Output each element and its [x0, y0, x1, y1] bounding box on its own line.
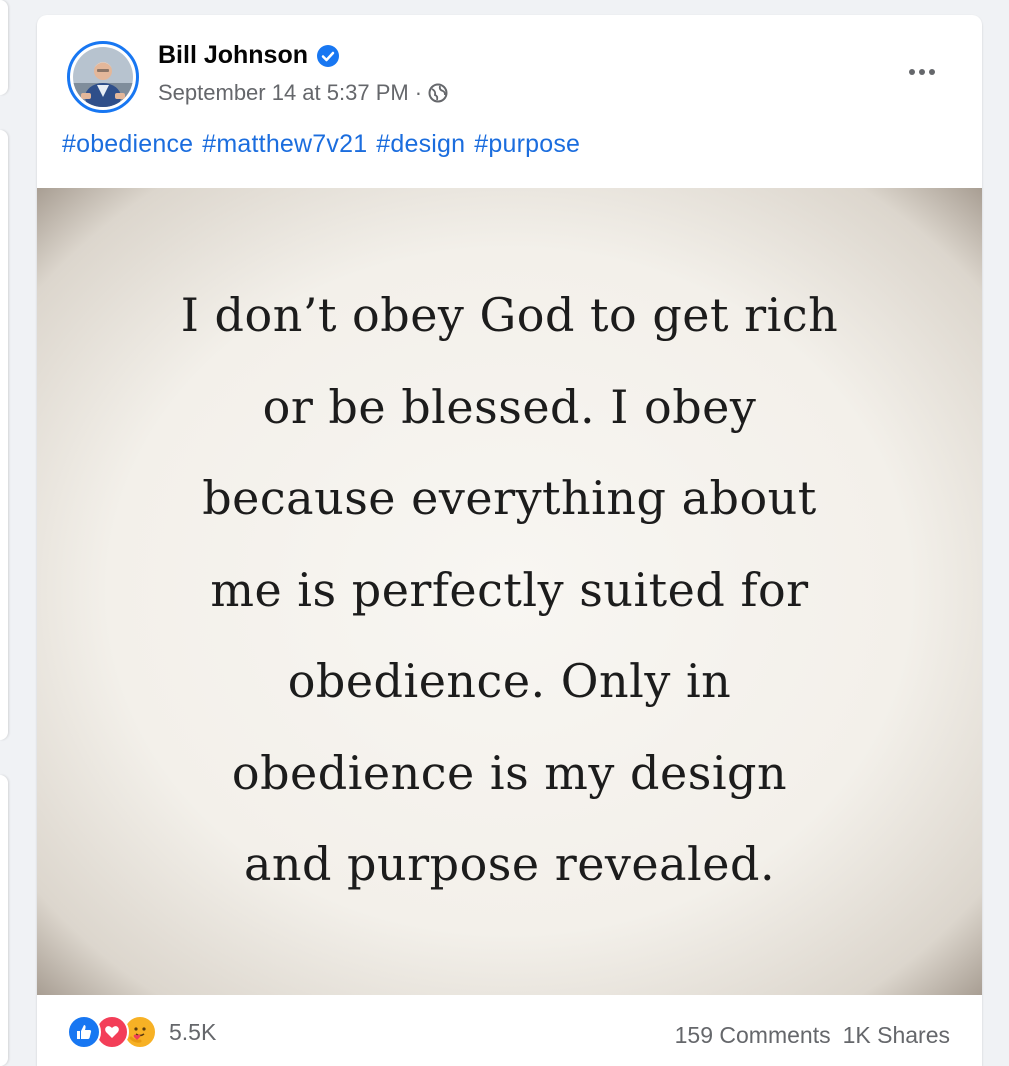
like-icon — [67, 1015, 101, 1049]
hashtag-link[interactable]: #design — [376, 130, 465, 159]
reaction-count[interactable]: 5.5K — [169, 1019, 216, 1046]
quote-line: obedience is my design — [231, 745, 788, 800]
comments-link[interactable]: 159 Comments — [675, 1022, 831, 1049]
post-stats: 159 Comments 1K Shares — [675, 1022, 950, 1049]
post-hashtags: #obedience #matthew7v21 #design #purpose — [62, 130, 580, 159]
hashtag-link[interactable]: #matthew7v21 — [202, 130, 367, 159]
author-avatar[interactable] — [67, 41, 139, 113]
adjacent-card-edge — [0, 0, 8, 95]
author-name[interactable]: Bill Johnson — [158, 41, 308, 70]
post-timestamp[interactable]: September 14 at 5:37 PM — [158, 80, 409, 106]
globe-icon[interactable] — [428, 83, 448, 103]
post-meta: September 14 at 5:37 PM · — [158, 80, 448, 106]
post-footer: 5.5K 159 Comments 1K Shares — [37, 1003, 982, 1055]
adjacent-card-edge — [0, 130, 8, 740]
hashtag-link[interactable]: #obedience — [62, 130, 193, 159]
quote-line: and purpose revealed. — [243, 837, 776, 891]
avatar-photo — [73, 47, 133, 107]
quote-line: I don’t obey God to get rich — [180, 288, 839, 342]
shares-link[interactable]: 1K Shares — [843, 1022, 950, 1049]
author-row: Bill Johnson — [158, 41, 340, 70]
reactions-summary[interactable]: 5.5K — [67, 1015, 216, 1049]
more-options-button[interactable] — [902, 57, 942, 87]
verified-badge-icon — [317, 44, 339, 67]
quote-line: because everything about — [202, 471, 817, 525]
quote-line: obedience. Only in — [287, 654, 732, 708]
adjacent-card-edge — [0, 775, 8, 1066]
post-card: Bill Johnson September 14 at 5:37 PM · #… — [37, 15, 982, 1066]
quote-line: me is perfectly suited for — [210, 562, 809, 617]
image-quote: I don’t obey God to get rich or be bless… — [37, 270, 982, 911]
feed-left-strip — [0, 0, 10, 1066]
more-options-dot — [929, 69, 935, 75]
quote-line: or be blessed. I obey — [262, 379, 757, 434]
meta-separator: · — [414, 80, 423, 105]
post-image[interactable]: I don’t obey God to get rich or be bless… — [37, 188, 982, 995]
more-options-dot — [919, 69, 925, 75]
hashtag-link[interactable]: #purpose — [474, 130, 580, 159]
more-options-icon — [909, 69, 915, 75]
